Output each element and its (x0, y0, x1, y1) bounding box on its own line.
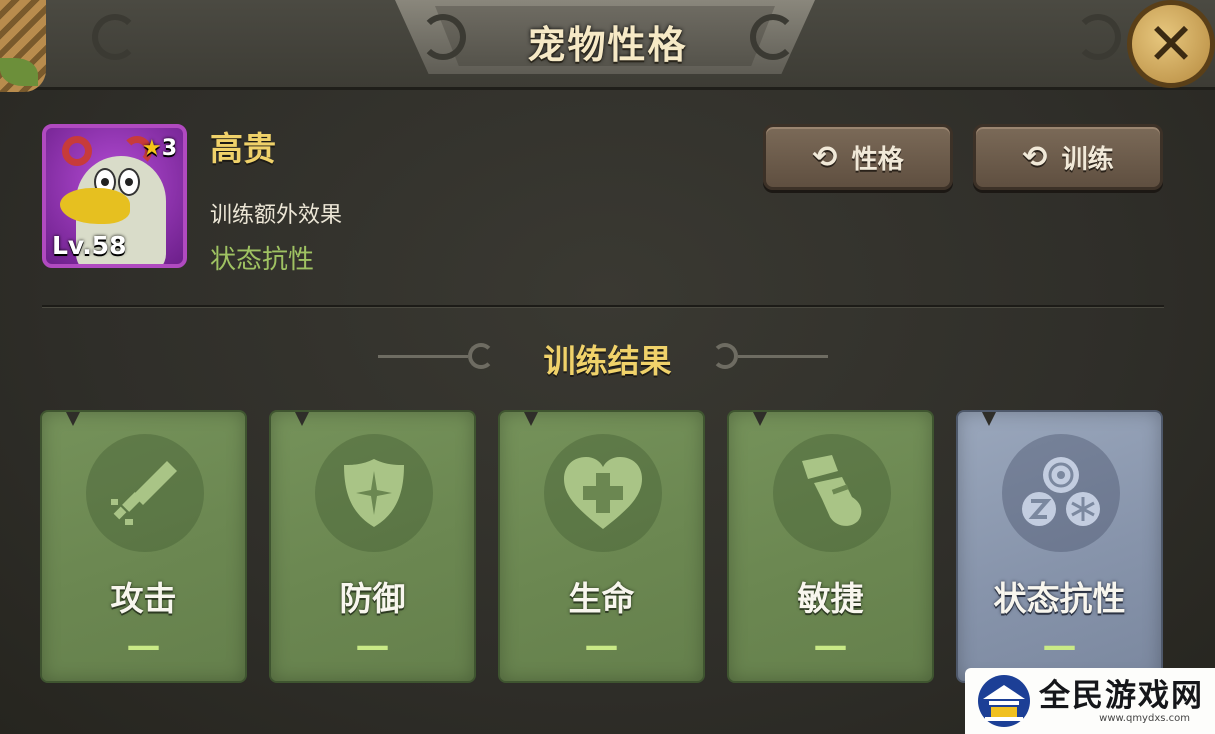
boot-icon (792, 453, 872, 533)
stat-label: 攻击 (110, 579, 177, 618)
stat-icon-circle (86, 434, 204, 552)
watermark-url: www.qmydxs.com (1099, 712, 1190, 724)
pet-personality-window: 宠物性格 ✕ ★3 Lv.58 高贵 训练额外效果 状态抗性 ⟲ 性格 ⟲ 训练… (0, 0, 1215, 734)
stat-card-status-resistance[interactable]: 状态抗性 — (956, 410, 1163, 683)
sword-icon (105, 453, 185, 533)
pet-eye (118, 168, 140, 196)
stat-label: 防御 (339, 579, 406, 618)
training-results-title: 训练结果 (543, 342, 672, 380)
refresh-icon: ⟲ (1022, 139, 1048, 175)
site-watermark: 全民游戏网 www.qmydxs.com (965, 668, 1215, 734)
section-divider (42, 305, 1164, 308)
close-icon: ✕ (1146, 10, 1196, 78)
temple-logo-icon (975, 673, 1033, 729)
stat-value: — (355, 626, 390, 666)
pet-personality-name: 高贵 (210, 129, 276, 168)
button-label: 性格 (851, 144, 904, 175)
stat-card-hp[interactable]: 生命 — (498, 410, 705, 683)
stat-icon-circle (1002, 434, 1120, 552)
stat-icon-circle (315, 434, 433, 552)
heart-icon (560, 453, 646, 533)
stat-label: 生命 (568, 579, 635, 618)
extra-effect-label: 训练额外效果 (210, 203, 343, 228)
stat-label: 状态抗性 (993, 579, 1126, 618)
pet-avatar[interactable]: ★3 Lv.58 (42, 124, 187, 268)
close-button[interactable]: ✕ (1127, 0, 1215, 88)
pet-beak (60, 188, 130, 224)
window-header: 宠物性格 (0, 0, 1215, 90)
stat-value: — (813, 626, 848, 666)
pet-level: Lv.58 (52, 231, 127, 260)
title-line-right (738, 355, 828, 358)
personality-refresh-button[interactable]: ⟲ 性格 (763, 124, 953, 190)
star-badge: ★3 (142, 136, 177, 161)
pet-horn (62, 136, 92, 166)
swirl-ornament-icon (712, 343, 738, 369)
window-title: 宠物性格 (527, 23, 688, 67)
stat-value: — (1042, 626, 1077, 666)
stat-card-defense[interactable]: 防御 — (269, 410, 476, 683)
shield-icon (334, 453, 414, 533)
star-icon: ★ (141, 136, 162, 161)
stat-card-attack[interactable]: 攻击 — (40, 410, 247, 683)
extra-effect-value: 状态抗性 (210, 245, 315, 275)
stat-label: 敏捷 (797, 579, 864, 618)
stat-icon-circle (773, 434, 891, 552)
button-label: 训练 (1061, 144, 1114, 175)
stat-value: — (584, 626, 619, 666)
stat-icon-circle (544, 434, 662, 552)
watermark-name: 全民游戏网 (1039, 677, 1204, 714)
star-count: 3 (161, 136, 177, 161)
stat-card-agility[interactable]: 敏捷 — (727, 410, 934, 683)
train-button[interactable]: ⟲ 训练 (973, 124, 1163, 190)
resistance-icon (1019, 453, 1103, 533)
stat-value: — (126, 626, 161, 666)
refresh-icon: ⟲ (812, 139, 838, 175)
